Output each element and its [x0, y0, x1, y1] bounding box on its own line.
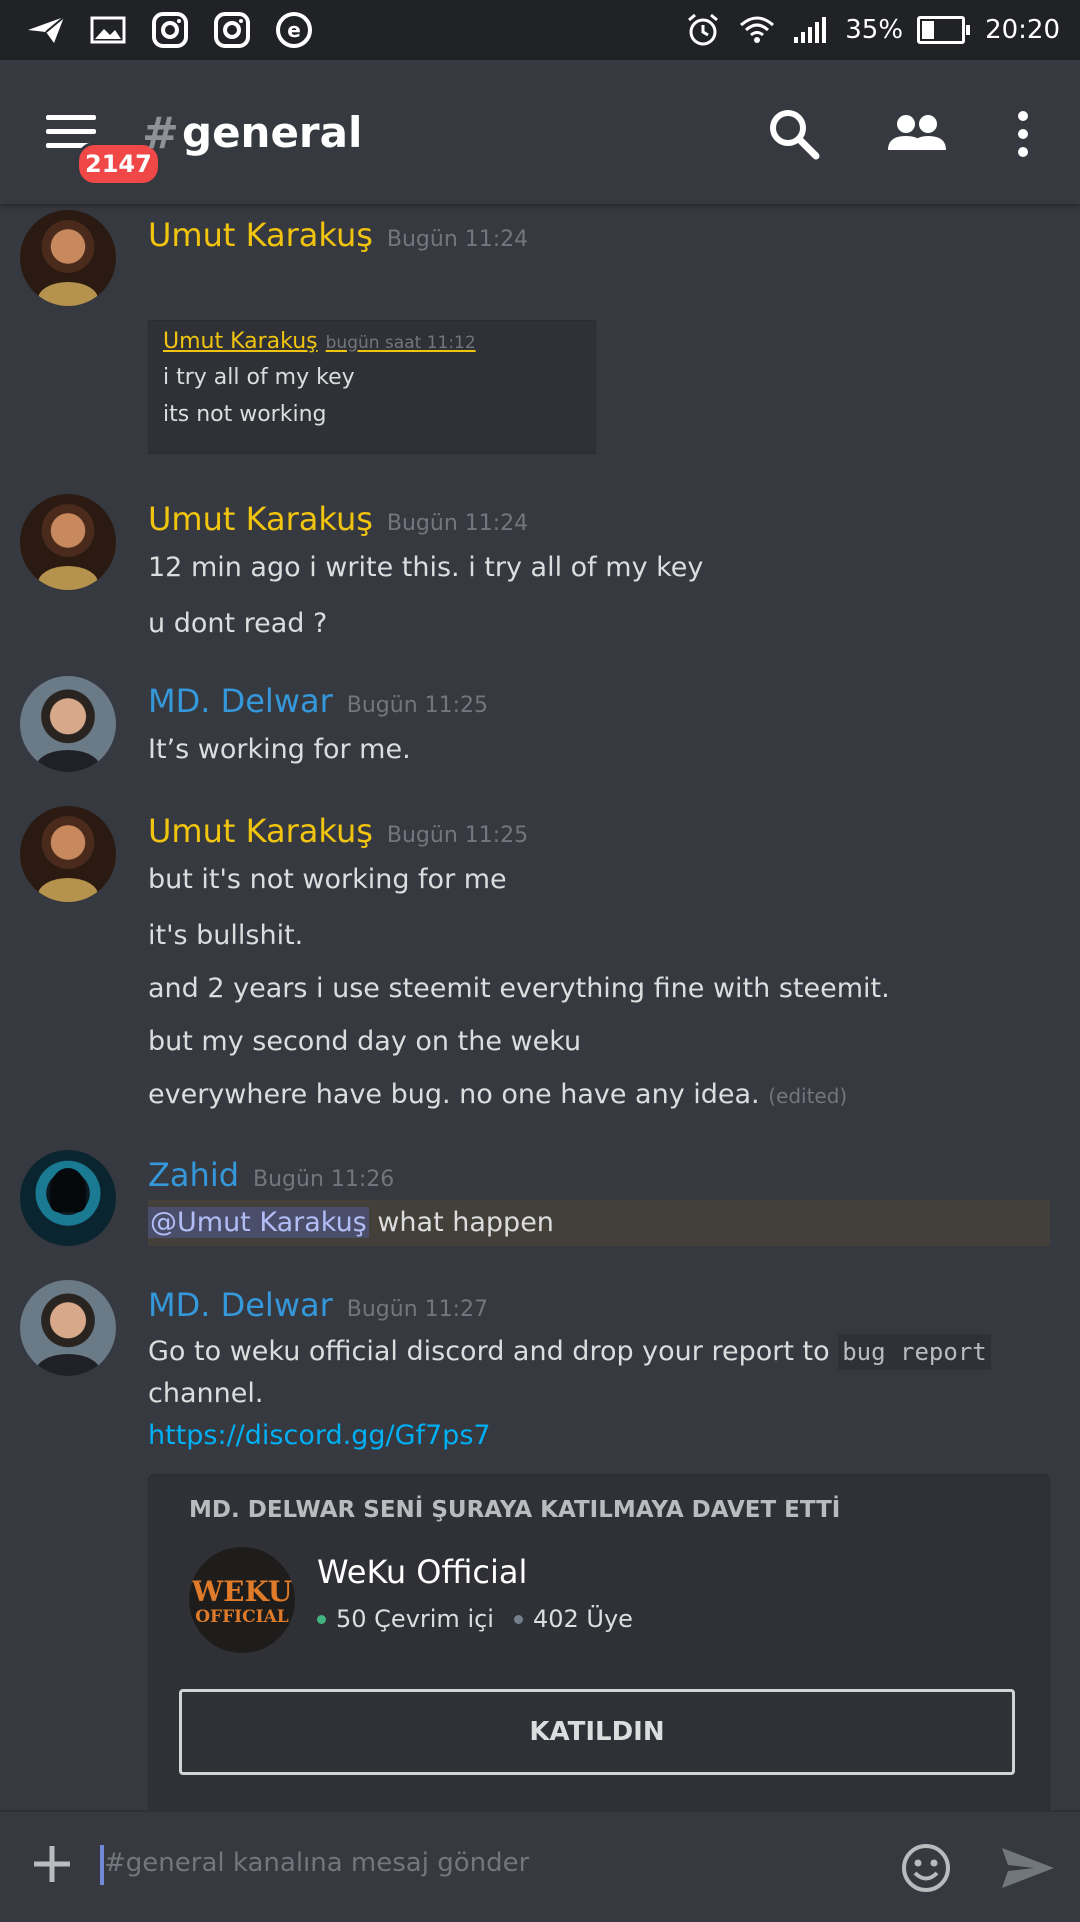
message-text: @Umut Karakuş what happen: [148, 1207, 554, 1238]
battery-icon: [917, 16, 971, 44]
e-icon: e: [274, 10, 314, 50]
message-text-content: what happen: [368, 1207, 554, 1238]
server-stats: 50 Çevrim içi 402 Üye: [317, 1605, 633, 1633]
quoted-message: Umut Karakuş bugün saat 11:12 i try all o…: [148, 320, 596, 454]
message-text: Go to weku official discord and drop you…: [148, 1334, 991, 1370]
message-text: 12 min ago i write this. i try all of my…: [148, 552, 704, 583]
online-dot-icon: [317, 1614, 326, 1624]
message-text: and 2 years i use steemit everything fin…: [148, 973, 890, 1004]
joined-button[interactable]: KATILDIN: [179, 1689, 1015, 1775]
message-text: It’s working for me.: [148, 734, 411, 765]
message-author[interactable]: Umut Karakuş Bugün 11:24: [148, 216, 528, 254]
message-text: u dont read ?: [148, 608, 328, 639]
message-composer: #general kanalına mesaj gönder: [0, 1810, 1080, 1922]
channel-title: general: [182, 108, 363, 157]
avatar[interactable]: [20, 806, 116, 902]
send-icon: [26, 10, 66, 50]
emoji-icon[interactable]: [900, 1842, 952, 1894]
message-timestamp: Bugün 11:27: [346, 1297, 489, 1322]
author-name[interactable]: MD. Delwar: [148, 1286, 333, 1324]
message-author[interactable]: Zahid Bugün 11:26: [148, 1156, 394, 1194]
channel-hash: #: [142, 108, 179, 159]
plus-icon[interactable]: [30, 1842, 74, 1886]
message-timestamp: Bugün 11:26: [253, 1167, 395, 1192]
message-timestamp: Bugün 11:24: [386, 511, 529, 536]
clock: 20:20: [985, 15, 1060, 45]
message-text: but it's not working for me: [148, 864, 507, 895]
send-arrow-icon[interactable]: [1000, 1844, 1056, 1892]
quote-author-name[interactable]: Umut Karakuş: [163, 329, 318, 354]
author-name[interactable]: Umut Karakuş: [148, 500, 373, 538]
avatar[interactable]: [20, 676, 116, 772]
avatar[interactable]: [20, 494, 116, 590]
message-text-content: everywhere have bug. no one have any ide…: [148, 1079, 760, 1110]
invite-heading: MD. DELWAR SENİ ŞURAYA KATILMAYA DAVET E…: [189, 1497, 841, 1523]
message-list[interactable]: Umut Karakuş Bugün 11:24 Umut Karakuş bugü…: [0, 204, 1080, 1810]
wifi-icon: [737, 10, 777, 50]
alarm-icon: [683, 10, 723, 50]
message-author[interactable]: MD. Delwar Bugün 11:25: [148, 682, 488, 720]
author-name[interactable]: Zahid: [148, 1156, 239, 1194]
invite-link[interactable]: https://discord.gg/Gf7ps7: [148, 1420, 491, 1451]
quote-author[interactable]: Umut Karakuş bugün saat 11:12: [163, 329, 476, 354]
image-icon: [88, 10, 128, 50]
author-name[interactable]: MD. Delwar: [148, 682, 333, 720]
message-text: but my second day on the weku: [148, 1026, 582, 1057]
search-icon[interactable]: [766, 106, 822, 162]
status-bar: e 35% 20:20: [0, 0, 1080, 60]
logo-text: WEKU: [191, 1575, 293, 1608]
server-invite-card: MD. DELWAR SENİ ŞURAYA KATILMAYA DAVET E…: [148, 1474, 1050, 1810]
server-name: WeKu Official: [317, 1553, 528, 1591]
message-timestamp: Bugün 11:25: [386, 823, 529, 848]
signal-icon: [791, 10, 831, 50]
server-icon: WEKU OFFICIAL: [189, 1547, 295, 1653]
quote-line: i try all of my key: [163, 365, 355, 390]
channel-header: 2147 # general: [0, 60, 1080, 204]
message-author[interactable]: Umut Karakuş Bugün 11:25: [148, 812, 528, 850]
author-name[interactable]: Umut Karakuş: [148, 216, 373, 254]
edited-label: (edited): [768, 1084, 848, 1108]
members-icon[interactable]: [886, 106, 948, 162]
message-text: it's bullshit.: [148, 920, 304, 951]
message-author[interactable]: Umut Karakuş Bugün 11:24: [148, 500, 528, 538]
quote-line: its not working: [163, 402, 327, 427]
online-count: 50 Çevrim içi: [336, 1605, 494, 1633]
member-dot-icon: [513, 1614, 523, 1624]
avatar[interactable]: [20, 1280, 116, 1376]
logo-text: OFFICIAL: [195, 1607, 289, 1627]
battery-percent: 35%: [845, 15, 904, 45]
instagram-icon: [150, 10, 190, 50]
member-count: 402 Üye: [532, 1605, 633, 1633]
message-text: channel.: [148, 1378, 264, 1409]
avatar[interactable]: [20, 210, 116, 306]
user-mention[interactable]: @Umut Karakuş: [148, 1207, 369, 1238]
more-vertical-icon[interactable]: [1006, 106, 1040, 162]
author-name[interactable]: Umut Karakuş: [148, 812, 373, 850]
message-author[interactable]: MD. Delwar Bugün 11:27: [148, 1286, 488, 1324]
inline-code: bug report: [838, 1334, 991, 1370]
svg-text:e: e: [287, 18, 301, 42]
message-timestamp: Bugün 11:24: [386, 227, 529, 252]
message-text: everywhere have bug. no one have any ide…: [148, 1079, 847, 1110]
avatar[interactable]: [20, 1150, 116, 1246]
instagram-icon: [212, 10, 252, 50]
message-input[interactable]: #general kanalına mesaj gönder: [104, 1848, 529, 1878]
quote-time: bugün saat 11:12: [325, 333, 476, 353]
message-timestamp: Bugün 11:25: [346, 693, 489, 718]
message-text-content: Go to weku official discord and drop you…: [148, 1336, 839, 1367]
